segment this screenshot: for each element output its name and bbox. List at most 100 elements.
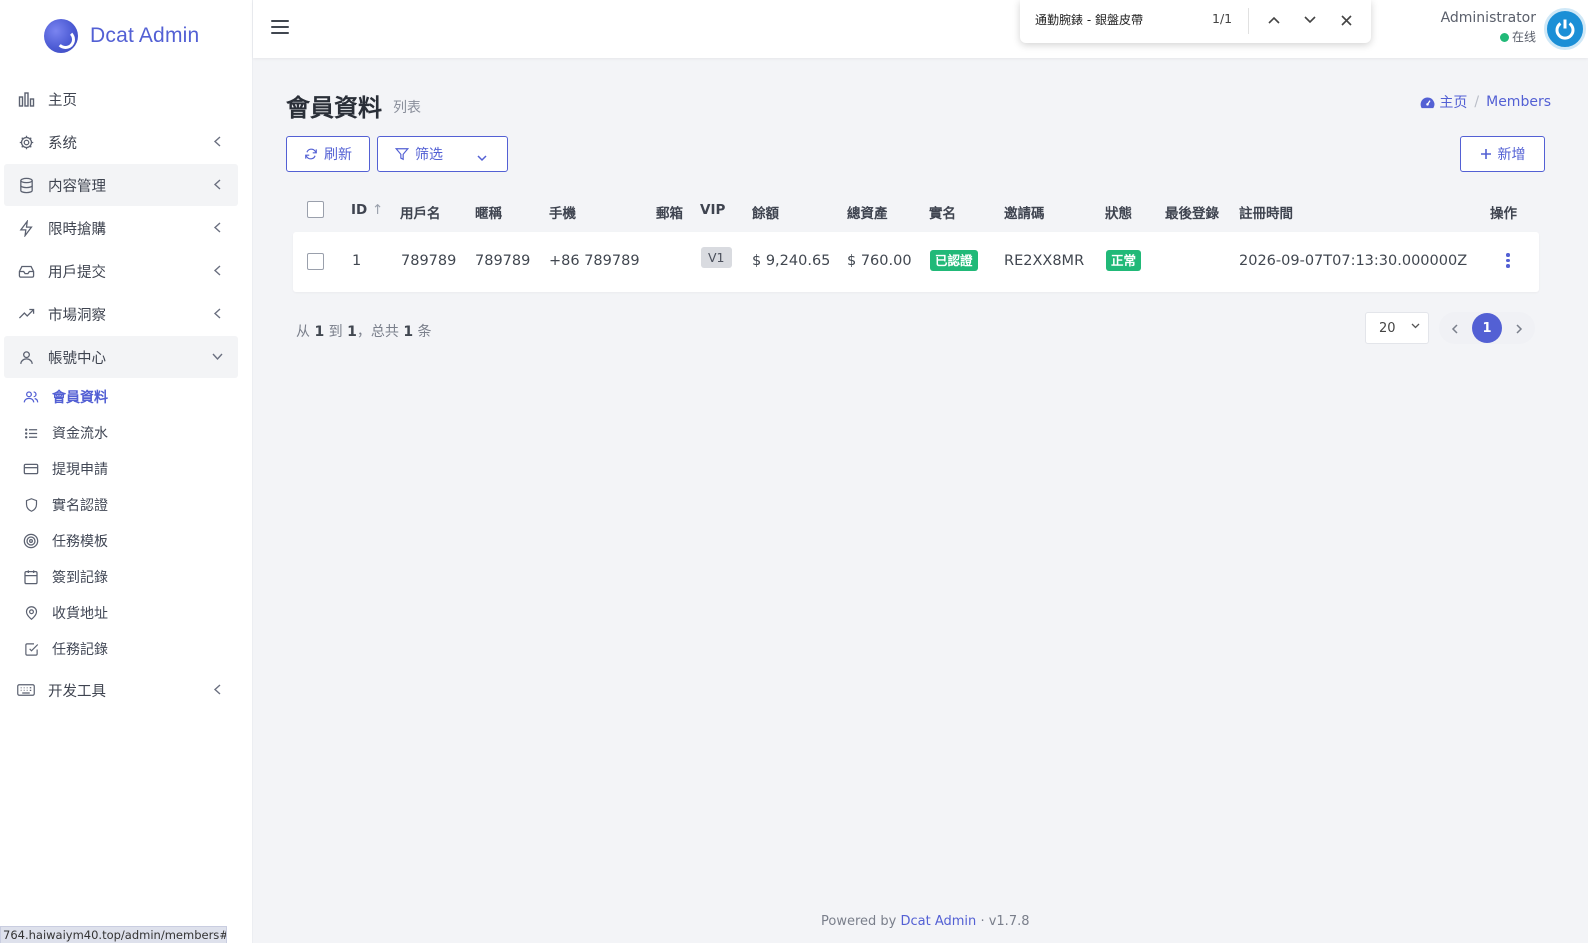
th-vip: VIP	[700, 202, 726, 218]
find-close-icon[interactable]	[1336, 10, 1356, 30]
lightning-icon	[17, 219, 35, 237]
sidebar-subitem-checkins[interactable]: 簽到記錄	[0, 559, 252, 595]
cell-phone: +86 789789	[549, 253, 640, 269]
sidebar-item-label: 主页	[48, 92, 77, 109]
map-pin-icon	[23, 605, 39, 621]
sidebar-subitem-fund-flow[interactable]: 資金流水	[0, 415, 252, 451]
select-all-checkbox[interactable]	[307, 201, 324, 218]
find-previous-icon[interactable]	[1264, 10, 1284, 30]
sidebar-subitem-withdrawals[interactable]: 提現申請	[0, 451, 252, 487]
sidebar-subitem-addresses[interactable]: 收貨地址	[0, 595, 252, 631]
refresh-button[interactable]: 刷新	[286, 136, 370, 172]
menu-toggle-icon[interactable]	[271, 18, 289, 36]
breadcrumb-home[interactable]: 主页	[1420, 92, 1467, 112]
th-balance: 餘額	[752, 206, 779, 222]
cell-vip: V1	[701, 247, 732, 268]
filter-icon	[395, 147, 409, 161]
sidebar-item-system[interactable]: 系统	[4, 121, 238, 163]
shield-icon	[23, 497, 39, 513]
find-next-icon[interactable]	[1300, 10, 1320, 30]
sidebar-subitem-task-templates[interactable]: 任務模板	[0, 523, 252, 559]
th-id[interactable]: ID ↑	[351, 202, 383, 218]
breadcrumb-separator: /	[1474, 94, 1480, 110]
cell-realname: 已認證	[930, 250, 978, 271]
browser-status-url: 764.haiwaiym40.top/admin/members#	[0, 926, 227, 943]
refresh-icon	[304, 147, 318, 161]
sidebar-item-flash-sale[interactable]: 限時搶購	[4, 207, 238, 249]
sidebar-subitem-label: 簽到記錄	[52, 570, 108, 586]
keyboard-icon	[17, 681, 35, 699]
th-username: 用戶名	[400, 206, 441, 222]
chevron-left-icon	[210, 306, 224, 320]
user-info[interactable]: Administrator 在线	[1441, 10, 1536, 45]
sidebar-subitem-label: 資金流水	[52, 426, 108, 442]
sidebar: Dcat Admin 主页 系统 内容管理 限時搶購 用戶提交 市場洞察 帳號中…	[0, 0, 253, 943]
find-query-input[interactable]: 通勤腕錶 - 銀盤皮帶	[1035, 11, 1143, 28]
chevron-left-icon	[210, 177, 224, 191]
sidebar-menu: 主页 系统 内容管理 限時搶購 用戶提交 市場洞察 帳號中心 會員資料 資金流水…	[0, 78, 252, 711]
calendar-icon	[23, 569, 39, 585]
sidebar-subitem-realname[interactable]: 實名認證	[0, 487, 252, 523]
users-icon	[23, 389, 39, 405]
sidebar-item-label: 内容管理	[48, 178, 106, 195]
table-row: 1 789789 789789 +86 789789 V1 $ 9,240.65…	[293, 232, 1539, 292]
per-page-select[interactable]: 20	[1365, 312, 1429, 344]
th-last-login: 最後登錄	[1165, 206, 1219, 222]
th-actions: 操作	[1490, 206, 1517, 222]
chevron-left-icon	[210, 682, 224, 696]
sidebar-item-label: 市場洞察	[48, 307, 106, 324]
page-subtitle: 列表	[393, 100, 421, 116]
cell-id: 1	[352, 253, 362, 269]
sidebar-item-home[interactable]: 主页	[4, 78, 238, 120]
sidebar-item-user-submissions[interactable]: 用戶提交	[4, 250, 238, 292]
find-bar: 通勤腕錶 - 銀盤皮帶 1/1	[1020, 0, 1371, 43]
page-button-current[interactable]: 1	[1472, 313, 1502, 343]
sidebar-item-content[interactable]: 内容管理	[4, 164, 238, 206]
th-invite-code: 邀請碼	[1004, 206, 1045, 222]
avatar[interactable]	[1544, 8, 1586, 50]
sidebar-item-dev-tools[interactable]: 开发工具	[4, 669, 238, 711]
th-realname: 實名	[929, 206, 956, 222]
trending-up-icon	[17, 305, 35, 323]
th-registered: 註冊時間	[1239, 206, 1293, 222]
database-icon	[17, 176, 35, 194]
dashboard-icon	[1421, 96, 1435, 108]
brand-logo-icon	[44, 19, 78, 53]
footer: Powered by Dcat Admin · v1.7.8	[821, 914, 1030, 929]
cell-nickname: 789789	[475, 253, 531, 269]
breadcrumb: 主页 / Members	[1420, 92, 1551, 112]
chevron-left-icon	[210, 134, 224, 148]
brand[interactable]: Dcat Admin	[0, 0, 252, 72]
sidebar-subitem-label: 會員資料	[52, 390, 108, 406]
chevron-down-icon	[1411, 321, 1420, 332]
sidebar-item-market-insights[interactable]: 市場洞察	[4, 293, 238, 335]
row-checkbox[interactable]	[307, 253, 324, 270]
filter-button[interactable]: 筛选	[377, 136, 508, 172]
check-square-icon	[23, 641, 39, 657]
th-email: 郵箱	[656, 206, 683, 222]
sidebar-subitem-label: 任務記錄	[52, 642, 108, 658]
cell-status: 正常	[1106, 250, 1142, 271]
breadcrumb-current: Members	[1486, 94, 1551, 110]
pagination: 1	[1439, 312, 1535, 344]
chevron-down-icon	[477, 149, 487, 165]
chevron-left-icon	[210, 263, 224, 277]
next-page-icon[interactable]	[1516, 319, 1523, 338]
page-title: 會員資料	[286, 94, 382, 122]
cell-username: 789789	[401, 253, 457, 269]
footer-link[interactable]: Dcat Admin	[901, 914, 977, 929]
sidebar-subitem-label: 收貨地址	[52, 606, 108, 622]
brand-name: Dcat Admin	[90, 24, 200, 47]
status-badge: 正常	[1106, 250, 1142, 271]
row-actions-icon[interactable]	[1506, 253, 1510, 268]
cell-invite-code: RE2XX8MR	[1004, 253, 1085, 269]
sidebar-subitem-task-records[interactable]: 任務記錄	[0, 631, 252, 667]
sidebar-item-account-center[interactable]: 帳號中心	[4, 336, 238, 378]
gear-icon	[17, 133, 35, 151]
bar-chart-icon	[17, 90, 35, 108]
realname-badge: 已認證	[930, 250, 978, 271]
th-nickname: 暱稱	[475, 206, 502, 222]
sidebar-subitem-members[interactable]: 會員資料	[0, 379, 252, 415]
create-button[interactable]: 新增	[1460, 136, 1545, 172]
prev-page-icon[interactable]	[1451, 319, 1458, 338]
